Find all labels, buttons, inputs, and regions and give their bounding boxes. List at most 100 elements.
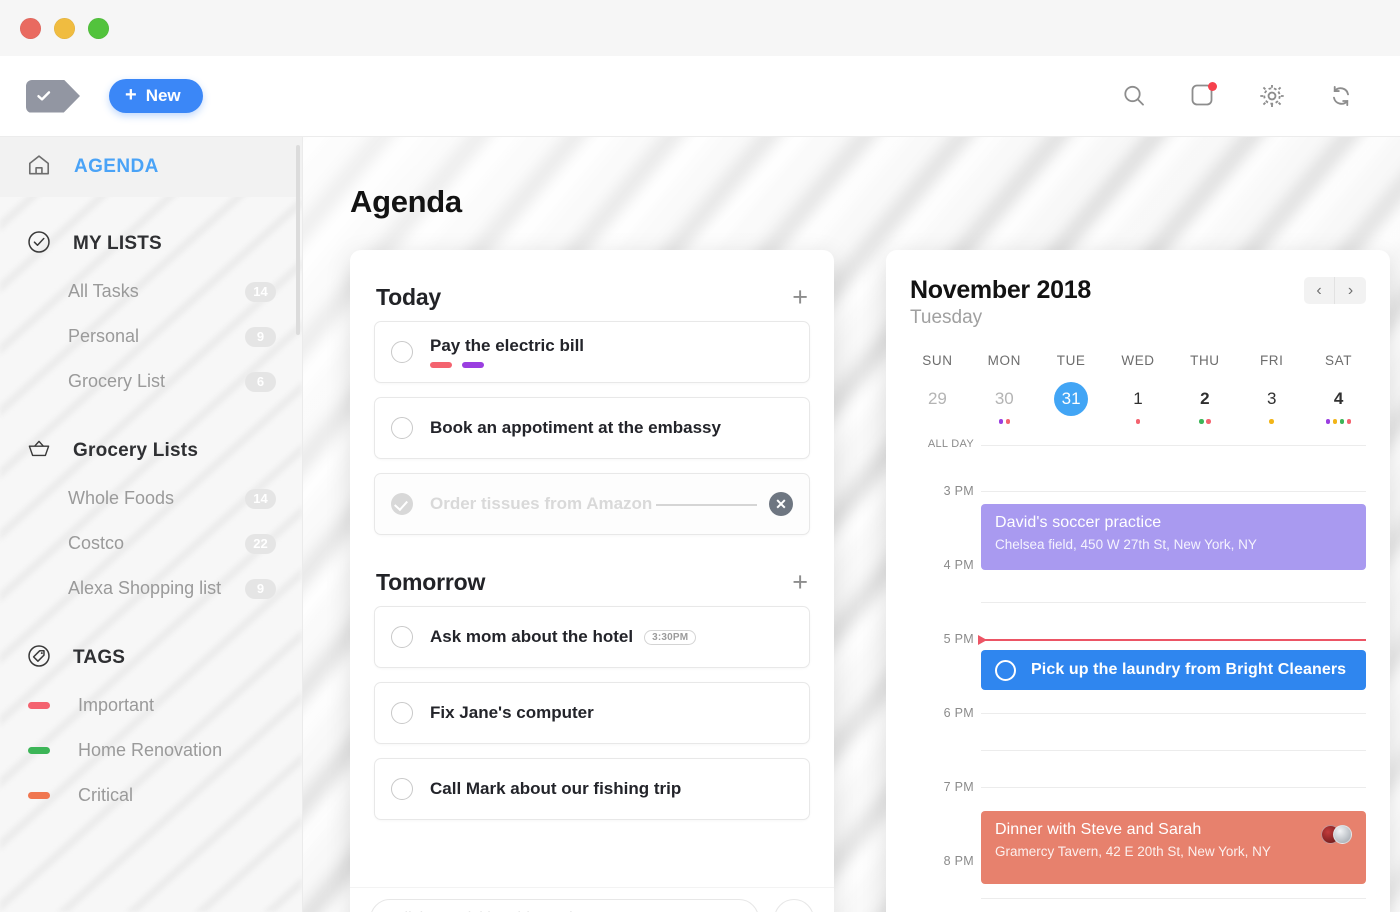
calendar-date-strip: 29 30 31 1 2 3 4	[886, 382, 1390, 424]
search-icon[interactable]	[1121, 83, 1147, 109]
task-title-wrapper: Ask mom about the hotel 3:30PM	[430, 627, 793, 647]
sidebar-item-costco[interactable]: Costco 22	[0, 521, 302, 566]
day-name-sun: SUN	[922, 353, 953, 368]
tasks-scroll-area: Today + Pay the electric bill Book an ap…	[350, 250, 834, 887]
task-checkbox[interactable]	[391, 417, 413, 439]
calendar-next-button[interactable]: ›	[1335, 277, 1366, 304]
day-name-wed: WED	[1121, 353, 1155, 368]
new-button[interactable]: + New	[109, 79, 203, 113]
sidebar-tag-important[interactable]: Important	[0, 683, 302, 728]
calendar-grid-line	[981, 750, 1366, 751]
calendar-date-dots	[1199, 419, 1211, 424]
calendar-grid-line	[981, 602, 1366, 603]
calendar-date-number: 4	[1333, 389, 1344, 408]
app-toolbar: + New	[0, 56, 1400, 137]
calendar-date-number: 29	[927, 389, 947, 408]
check-circle-icon	[26, 229, 52, 260]
task-checkbox[interactable]	[391, 341, 413, 363]
sidebar-item-agenda-label: AGENDA	[74, 156, 159, 177]
calendar-hour-label: 8 PM	[943, 854, 974, 868]
calendar-grid-line	[981, 445, 1366, 446]
quick-add-input[interactable]	[370, 899, 759, 912]
task-checkbox[interactable]	[391, 778, 413, 800]
task-checkbox[interactable]	[391, 702, 413, 724]
sidebar-item-all-tasks[interactable]: All Tasks 14	[0, 269, 302, 314]
sidebar-item-grocery-list[interactable]: Grocery List 6	[0, 359, 302, 404]
sidebar-item-whole-foods[interactable]: Whole Foods 14	[0, 476, 302, 521]
task-tag-pill	[430, 362, 452, 368]
sidebar-item-alexa-shopping-list[interactable]: Alexa Shopping list 9	[0, 566, 302, 611]
calendar-prev-button[interactable]: ‹	[1304, 277, 1335, 304]
sidebar-section-grocery-lists[interactable]: Grocery Lists	[0, 426, 302, 476]
avatar	[1333, 825, 1352, 844]
calendar-date-2[interactable]: 2	[1171, 382, 1238, 424]
task-group-title: Tomorrow	[376, 568, 486, 595]
calendar-date-number: 31	[1054, 382, 1089, 416]
sidebar-item-personal[interactable]: Personal 9	[0, 314, 302, 359]
sidebar: AGENDA MY LISTS All Tasks 14 Personal 9 …	[0, 137, 303, 912]
calendar-date-31-selected[interactable]: 31	[1038, 382, 1105, 424]
app-logo[interactable]	[26, 79, 80, 113]
task-row-completed[interactable]: Order tissues from Amazon ✕	[374, 473, 810, 535]
calendar-event-laundry-task[interactable]: Pick up the laundry from Bright Cleaners	[981, 650, 1366, 690]
sidebar-item-label: Personal	[68, 326, 140, 346]
task-title: Ask mom about the hotel	[430, 627, 634, 646]
task-row[interactable]: Book an appotiment at the embassy	[374, 397, 810, 459]
calendar-event-checkbox[interactable]	[995, 659, 1016, 681]
sidebar-section-tags[interactable]: TAGS	[0, 633, 302, 683]
sidebar-item-count: 22	[245, 533, 276, 554]
window-minimize-button[interactable]	[54, 17, 75, 39]
task-row[interactable]: Fix Jane's computer	[374, 682, 810, 744]
calendar-event-subtitle: Chelsea field, 450 W 27th St, New York, …	[995, 537, 1257, 552]
calendar-day-grid: ALL DAY 3 PM 4 PM 5 PM 6 PM 7 PM 8 PM Da…	[886, 438, 1390, 912]
calendar-date-dots	[1269, 419, 1274, 424]
calendar-date-30[interactable]: 30	[971, 382, 1038, 424]
notifications-icon[interactable]	[1190, 82, 1217, 109]
calendar-nav: ‹ ›	[1304, 277, 1366, 304]
task-title-completed: Order tissues from Amazon	[430, 494, 657, 514]
sidebar-tag-critical[interactable]: Critical	[0, 773, 302, 818]
task-checkbox-checked[interactable]	[391, 493, 413, 515]
tasks-panel: Today + Pay the electric bill Book an ap…	[350, 250, 834, 912]
arrow-up-icon[interactable]	[774, 899, 814, 912]
calendar-event-dinner[interactable]: Dinner with Steve and Sarah Gramercy Tav…	[981, 811, 1366, 884]
calendar-grid-line	[981, 491, 1366, 492]
window-close-button[interactable]	[20, 17, 41, 39]
calendar-date-1[interactable]: 1	[1105, 382, 1172, 424]
task-checkbox[interactable]	[391, 626, 413, 648]
calendar-date-29[interactable]: 29	[904, 382, 971, 424]
calendar-event-avatars	[1321, 825, 1352, 844]
window-maximize-button[interactable]	[88, 17, 109, 39]
calendar-date-dots	[998, 419, 1011, 424]
sidebar-section-my-lists[interactable]: MY LISTS	[0, 219, 302, 269]
sidebar-item-label: Alexa Shopping list	[68, 578, 222, 598]
delete-task-button[interactable]: ✕	[769, 492, 793, 516]
tag-color-swatch	[28, 792, 50, 799]
calendar-date-number: 1	[1133, 389, 1143, 408]
add-task-today-button[interactable]: +	[792, 283, 808, 311]
calendar-date-number: 2	[1200, 389, 1210, 408]
sidebar-item-label: All Tasks	[68, 281, 139, 301]
add-task-tomorrow-button[interactable]: +	[792, 568, 808, 596]
task-title: Pay the electric bill	[430, 336, 585, 355]
calendar-hour-label: 7 PM	[943, 780, 974, 794]
page-title: Agenda	[350, 184, 462, 219]
calendar-date-3[interactable]: 3	[1238, 382, 1305, 424]
settings-gear-icon[interactable]	[1259, 83, 1285, 109]
sidebar-item-label: Grocery List	[68, 371, 166, 391]
calendar-date-4[interactable]: 4	[1305, 382, 1372, 424]
task-group-header-today: Today +	[350, 273, 834, 321]
task-row[interactable]: Ask mom about the hotel 3:30PM	[374, 606, 810, 668]
task-row[interactable]: Pay the electric bill	[374, 321, 810, 383]
task-time-badge: 3:30PM	[644, 629, 697, 645]
day-name-fri: FRI	[1259, 353, 1284, 368]
sync-icon[interactable]	[1328, 83, 1354, 109]
sidebar-tag-home-renovation[interactable]: Home Renovation	[0, 728, 302, 773]
calendar-event-soccer[interactable]: David's soccer practice Chelsea field, 4…	[981, 504, 1366, 570]
toolbar-actions	[1121, 82, 1400, 109]
sidebar-item-agenda[interactable]: AGENDA	[0, 137, 302, 197]
sidebar-scrollbar[interactable]	[296, 145, 300, 335]
task-row[interactable]: Call Mark about our fishing trip	[374, 758, 810, 820]
day-name-tue: TUE	[1056, 353, 1086, 368]
calendar-event-subtitle: Gramercy Tavern, 42 E 20th St, New York,…	[995, 844, 1271, 859]
